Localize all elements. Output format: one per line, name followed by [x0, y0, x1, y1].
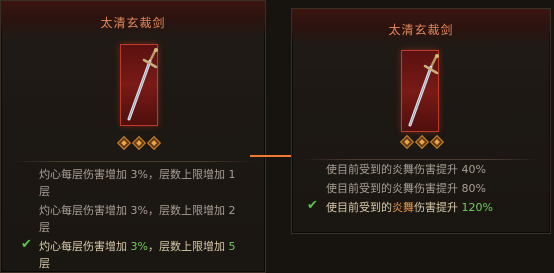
- check-icon: ✔: [307, 198, 318, 213]
- effect-text: 灼心每层伤害增加 3%，层数上限增加 1: [39, 168, 236, 181]
- gem-icon: [116, 135, 132, 151]
- effect-text: 伤害提升: [414, 201, 462, 214]
- right-item-panel: 太清玄裁剑 使目前受到的炎舞伤害提升 40% 使目前受到的炎舞伤害提升 80% …: [291, 8, 551, 234]
- item-icon-card[interactable]: [120, 44, 158, 126]
- effect-keyword: 炎舞: [392, 201, 414, 214]
- divider: [11, 161, 255, 162]
- effect-text: 使目前受到的: [326, 201, 392, 214]
- gem-icon: [131, 135, 147, 151]
- gem-sockets: [399, 134, 446, 150]
- effect-text-cont: 层: [39, 185, 50, 198]
- gem-icon: [146, 135, 162, 151]
- effect-row-2: 使目前受到的炎舞伤害提升 80%: [326, 182, 486, 195]
- effect-value: 5: [228, 240, 236, 253]
- item-icon-card[interactable]: [401, 50, 439, 132]
- item-title: 太清玄裁剑: [100, 16, 166, 30]
- effect-text: ，层数上限增加: [147, 240, 229, 253]
- effect-row-1: 灼心每层伤害增加 3%，层数上限增加 1 层: [39, 166, 235, 200]
- effect-row-2: 灼心每层伤害增加 3%，层数上限增加 2 层: [39, 202, 235, 236]
- gem-icon: [399, 134, 415, 150]
- gem-sockets: [116, 135, 163, 151]
- effect-text-cont: 层: [39, 257, 50, 270]
- effect-row-1: 使目前受到的炎舞伤害提升 40%: [326, 163, 486, 176]
- effect-text: 灼心每层伤害增加: [39, 240, 131, 253]
- effect-text-cont: 层: [39, 221, 50, 234]
- sword-icon: [408, 54, 439, 127]
- effect-text: 灼心每层伤害增加 3%，层数上限增加 2: [39, 204, 236, 217]
- effect-row-3-active: 使目前受到的炎舞伤害提升 120%: [326, 199, 493, 216]
- check-icon: ✔: [21, 237, 32, 252]
- item-title: 太清玄裁剑: [388, 23, 454, 37]
- divider: [302, 159, 540, 160]
- effect-value: 120%: [461, 201, 493, 214]
- effect-value: 3%: [130, 240, 148, 253]
- left-item-panel: 太清玄裁剑 灼心每层伤害增加 3%，层数上限增加 1 层 灼心每层伤害增加 3%…: [0, 0, 266, 273]
- gem-icon: [429, 134, 445, 150]
- gem-icon: [414, 134, 430, 150]
- sword-icon: [127, 48, 158, 121]
- effect-row-3-active: 灼心每层伤害增加 3%，层数上限增加 5 层: [39, 238, 235, 272]
